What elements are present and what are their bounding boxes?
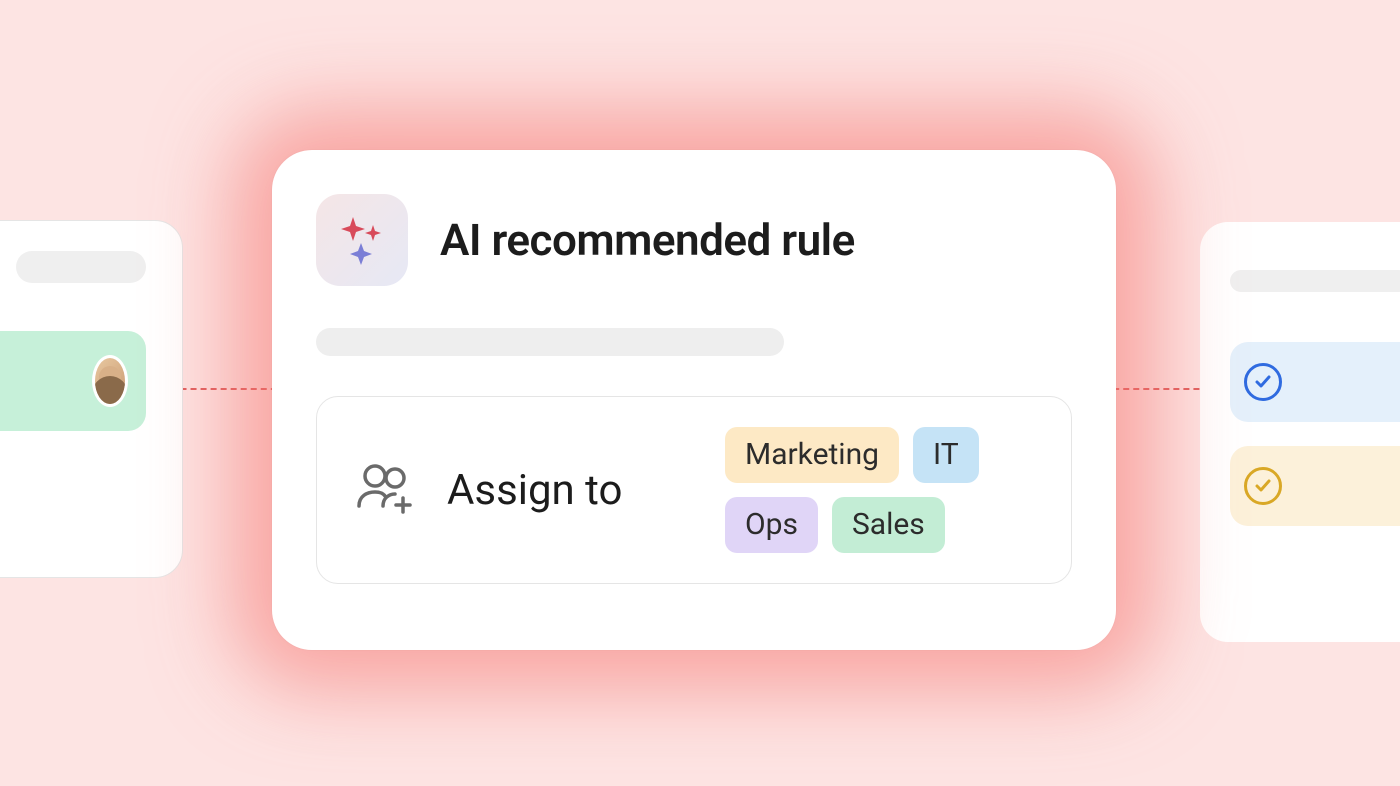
skeleton-placeholder (316, 328, 784, 356)
skeleton-placeholder (16, 251, 146, 283)
tag-ops[interactable]: Ops (725, 497, 818, 553)
tag-marketing[interactable]: Marketing (725, 427, 899, 483)
card-header: AI recommended rule (316, 194, 1072, 286)
check-circle-icon (1244, 363, 1282, 401)
tag-sales[interactable]: Sales (832, 497, 945, 553)
assign-to-label: Assign to (447, 466, 622, 515)
tag-group: Marketing IT Ops Sales (725, 427, 1035, 553)
skeleton-placeholder (1230, 270, 1400, 292)
ai-recommended-rule-card: AI recommended rule Assign to Marketing … (272, 150, 1116, 650)
sparkles-icon (316, 194, 408, 286)
status-row (1230, 342, 1400, 422)
right-peek-card (1200, 222, 1400, 642)
tag-it[interactable]: IT (913, 427, 979, 483)
left-peek-card (0, 220, 183, 578)
status-row (1230, 446, 1400, 526)
check-circle-icon (1244, 467, 1282, 505)
card-title: AI recommended rule (440, 214, 855, 266)
user-avatar (92, 355, 128, 407)
assign-to-panel: Assign to Marketing IT Ops Sales (316, 396, 1072, 584)
people-add-icon (353, 460, 417, 520)
assignee-row (0, 331, 146, 431)
